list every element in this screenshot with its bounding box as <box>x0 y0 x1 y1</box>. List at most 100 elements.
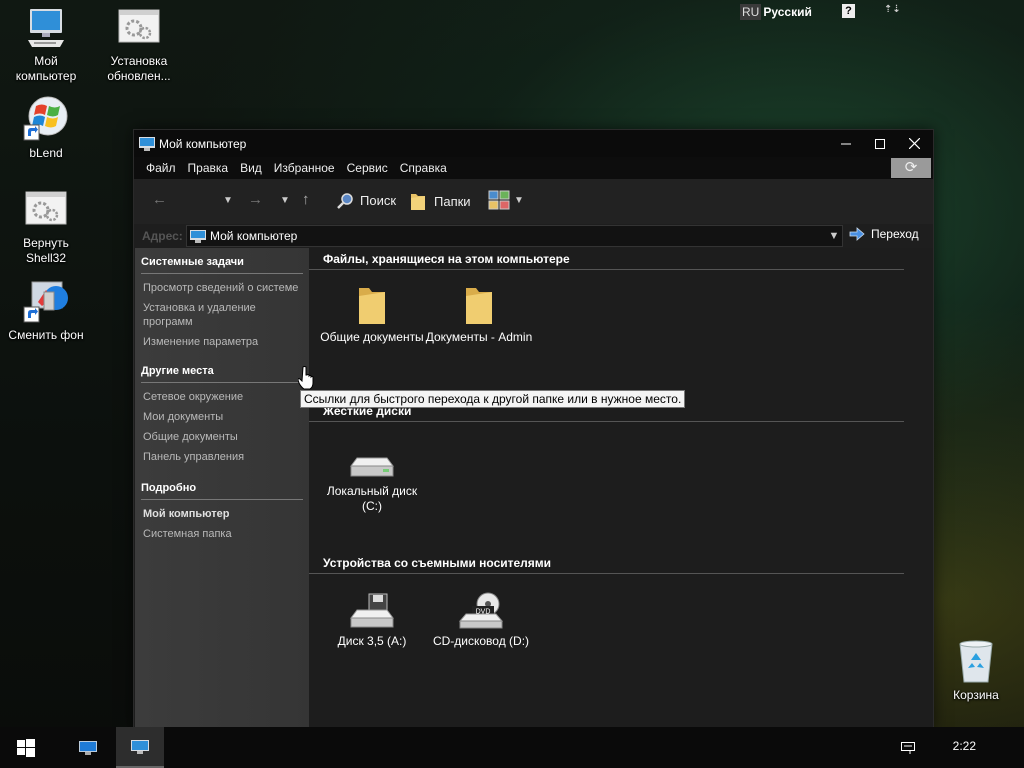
folder-icon <box>466 288 492 324</box>
dvd-drive-icon: DVD <box>458 592 504 629</box>
item-shared-documents[interactable]: Общие документы <box>317 286 427 345</box>
link-change-setting[interactable]: Изменение параметра <box>141 335 303 349</box>
up-arrow-icon: ↑ <box>302 191 310 208</box>
link-network-places[interactable]: Сетевое окружение <box>141 390 303 404</box>
windows-logo-icon <box>17 738 35 757</box>
item-local-disk-c[interactable]: Локальный диск (C:) <box>317 452 427 514</box>
link-shared-documents[interactable]: Общие документы <box>141 430 303 444</box>
details-section: Подробно Мой компьютер Системная папка <box>141 482 303 547</box>
computer-icon <box>190 229 206 243</box>
desktop-icon-label: Корзина <box>953 688 999 702</box>
notification-icon-button[interactable] <box>896 727 920 768</box>
task-pane: Системные задачи Просмотр сведений о сис… <box>135 248 309 728</box>
item-label: Документы - Admin <box>425 330 533 344</box>
desktop-icon-label: Мой компьютер <box>15 54 77 83</box>
search-label: Поиск <box>360 193 397 208</box>
desktop-icon-my-computer[interactable]: Мой компьютер <box>4 6 88 84</box>
forward-history-dropdown[interactable]: ▼ <box>280 195 290 206</box>
menu-bar: Файл Правка Вид Избранное Сервис Справка… <box>134 157 933 179</box>
link-add-remove-programs[interactable]: Установка и удаление программ <box>141 301 303 329</box>
search-button[interactable]: Поиск <box>337 192 396 209</box>
floppy-drive-icon <box>350 593 394 628</box>
desktop-icon-blend[interactable]: bLend <box>4 94 88 161</box>
desktop-icon-label: Установка обновлен... <box>107 54 171 83</box>
computer-icon <box>28 9 64 47</box>
details-name: Мой компьютер <box>143 508 230 520</box>
desktop-icon <box>79 740 97 755</box>
menu-file[interactable]: Файл <box>140 161 182 175</box>
action-center-icon <box>901 741 915 754</box>
recycle-bin-icon <box>959 640 993 683</box>
other-places-section: Другие места Сетевое окружение Мои докум… <box>141 365 303 470</box>
forward-button[interactable]: → <box>248 191 263 208</box>
details-title[interactable]: Подробно <box>141 482 303 500</box>
back-history-dropdown[interactable]: ▼ <box>223 195 233 206</box>
link-control-panel[interactable]: Панель управления <box>141 450 303 464</box>
link-view-system-info[interactable]: Просмотр сведений о системе <box>141 281 303 295</box>
start-button[interactable] <box>0 727 52 768</box>
taskbar-window-my-computer[interactable] <box>116 727 164 768</box>
other-places-title[interactable]: Другие места <box>141 365 303 383</box>
up-button[interactable]: ↑ <box>302 191 310 208</box>
item-label: Общие документы <box>320 330 424 344</box>
close-button[interactable] <box>897 130 931 157</box>
chevron-down-icon: ▼ <box>514 194 524 206</box>
item-label: Локальный диск (C:) <box>326 484 418 513</box>
group-divider <box>309 269 904 270</box>
clock[interactable]: 2:22 <box>953 739 976 753</box>
language-options-icon[interactable]: ⇡⇣ <box>884 4 901 15</box>
toolbar: ← ▼ → ▼ ↑ Поиск Папки ▼ <box>134 179 933 224</box>
language-name[interactable]: Русский <box>763 5 812 19</box>
link-my-documents[interactable]: Мои документы <box>141 410 303 424</box>
chevron-down-icon: ▼ <box>223 195 233 206</box>
computer-icon <box>131 739 149 754</box>
maximize-button[interactable] <box>863 130 897 157</box>
item-label: CD-дисковод (D:) <box>432 634 530 648</box>
group-title-stored-files: Файлы, хранящиеся на этом компьютере <box>323 252 570 266</box>
menu-tools[interactable]: Сервис <box>341 161 394 175</box>
back-button[interactable]: ← <box>152 191 167 208</box>
desktop-icon-change-wallpaper[interactable]: Сменить фон <box>4 276 88 343</box>
taskbar: 2:22 <box>0 727 1024 768</box>
language-bar[interactable]: RU Русский ? ⇡⇣ <box>740 2 901 22</box>
system-tasks-title[interactable]: Системные задачи <box>141 256 303 274</box>
go-arrow-icon <box>849 227 865 241</box>
installer-icon <box>118 9 160 43</box>
details-type: Системная папка <box>143 528 232 540</box>
taskbar-show-desktop[interactable] <box>64 727 112 768</box>
folder-icon <box>359 288 385 324</box>
menu-favorites[interactable]: Избранное <box>268 161 341 175</box>
item-floppy-a[interactable]: Диск 3,5 (A:) <box>317 592 427 649</box>
wallpaper-shortcut-icon <box>23 281 68 323</box>
item-admin-documents[interactable]: Документы - Admin <box>424 286 534 345</box>
folders-label: Папки <box>434 193 471 209</box>
views-button[interactable]: ▼ <box>488 190 524 210</box>
desktop-icon-install-updates[interactable]: Установка обновлен... <box>97 6 181 84</box>
desktop-icon-restore-shell32[interactable]: Вернуть Shell32 <box>4 188 88 266</box>
close-icon <box>908 138 920 149</box>
desktop-icon-recycle-bin[interactable]: Корзина <box>934 640 1018 703</box>
title-bar[interactable]: Мой компьютер <box>134 130 933 157</box>
refresh-button[interactable]: ⟳ <box>891 158 931 178</box>
language-code[interactable]: RU <box>740 4 762 20</box>
chevron-down-icon[interactable]: ▼ <box>826 226 842 246</box>
menu-view[interactable]: Вид <box>234 161 268 175</box>
maximize-icon <box>875 138 885 149</box>
help-icon[interactable]: ? <box>842 4 855 18</box>
chevron-down-icon: ▼ <box>280 195 290 206</box>
search-icon <box>337 193 353 209</box>
group-divider <box>309 573 904 574</box>
menu-help[interactable]: Справка <box>394 161 453 175</box>
tooltip: Ссылки для быстрого перехода к другой па… <box>300 390 686 408</box>
menu-edit[interactable]: Правка <box>182 161 235 175</box>
explorer-window: Мой компьютер Файл Правка Вид Избранное … <box>133 129 934 729</box>
minimize-button[interactable] <box>829 130 863 157</box>
item-cd-drive-d[interactable]: DVD CD-дисковод (D:) <box>426 592 536 649</box>
folders-button[interactable]: Папки <box>409 191 471 211</box>
desktop-icon-label: Вернуть Shell32 <box>23 236 69 265</box>
go-button[interactable]: Переход <box>849 227 919 241</box>
address-value: Мой компьютер <box>210 229 298 243</box>
hand-cursor-icon <box>298 366 314 390</box>
address-field[interactable]: Мой компьютер ▼ <box>186 225 843 247</box>
group-divider <box>309 421 904 422</box>
